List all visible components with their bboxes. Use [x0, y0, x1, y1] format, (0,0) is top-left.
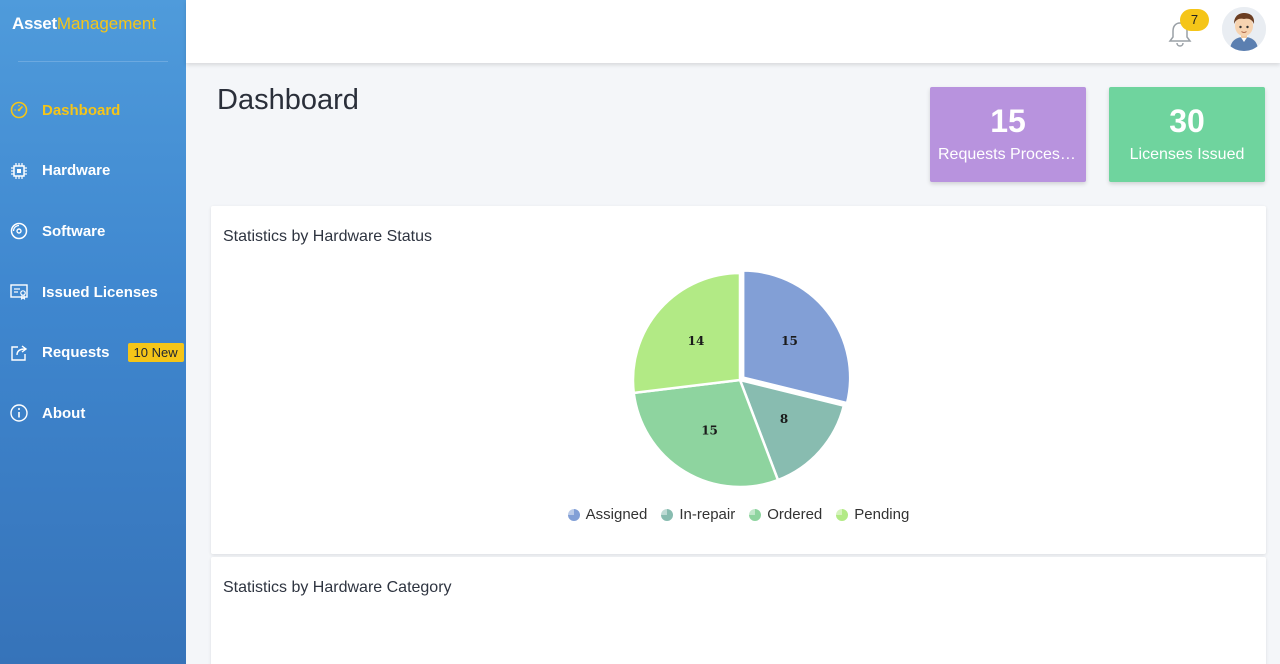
- sidebar-item-label: Software: [42, 222, 106, 240]
- licenses-issued-card[interactable]: 30 Licenses Issued: [1109, 87, 1265, 182]
- sidebar-item-dashboard[interactable]: Dashboard: [0, 80, 186, 141]
- legend-item-pending[interactable]: Pending: [836, 506, 909, 523]
- sidebar-item-requests[interactable]: Requests 10 New: [0, 322, 186, 383]
- speedometer-icon: [9, 100, 29, 120]
- sidebar-item-about[interactable]: About: [0, 383, 186, 444]
- disc-icon: [9, 221, 29, 241]
- sidebar-item-label: Requests: [42, 344, 110, 362]
- avatar[interactable]: [1222, 7, 1266, 51]
- licenses-issued-count: 30: [1169, 103, 1205, 139]
- pie-legend-icon: [567, 508, 580, 521]
- legend-label: Assigned: [585, 506, 648, 523]
- requests-processed-card[interactable]: 15 Requests Processed: [930, 87, 1086, 182]
- pie-data-label: 15: [781, 334, 798, 348]
- brand-name-secondary: Management: [56, 14, 157, 33]
- sidebar-item-issued-licenses[interactable]: Issued Licenses: [0, 262, 186, 323]
- requests-processed-label: Requests Processed: [938, 146, 1086, 163]
- sidebar-divider: [18, 61, 168, 62]
- info-icon: [9, 403, 29, 423]
- hardware-status-panel: Statistics by Hardware Status 15 8 15 14 As…: [211, 206, 1266, 554]
- legend-item-in-repair[interactable]: In-repair: [661, 506, 735, 523]
- brand-logo[interactable]: AssetManagement: [0, 0, 186, 62]
- pie-legend-icon: [661, 508, 674, 521]
- sidebar-item-label: About: [42, 404, 86, 422]
- pie-data-label: 15: [701, 423, 718, 437]
- hardware-category-title: Statistics by Hardware Category: [223, 579, 452, 596]
- sidebar-item-software[interactable]: Software: [0, 201, 186, 262]
- sidebar-item-label: Dashboard: [42, 101, 121, 119]
- sidebar-nav: Dashboard Hardware Software Issued Licen…: [0, 80, 186, 444]
- certificate-icon: [9, 282, 29, 302]
- pie-data-label: 8: [780, 412, 788, 426]
- legend-item-ordered[interactable]: Ordered: [749, 506, 822, 523]
- pie-legend-icon: [836, 508, 849, 521]
- hardware-status-pie-chart: 15 8 15 14: [631, 269, 852, 489]
- pie-slice-pending[interactable]: [631, 271, 742, 395]
- new-requests-badge: 10 New: [127, 343, 184, 363]
- brand-name-primary: Asset: [12, 14, 57, 33]
- chip-icon: [9, 161, 29, 181]
- notification-count-badge: 7: [1180, 9, 1209, 31]
- legend-label: In-repair: [679, 506, 736, 523]
- legend-label: Pending: [854, 506, 910, 523]
- chart-legend: Assigned In-repair Ordered Pending: [211, 506, 1266, 523]
- share-icon: [9, 343, 29, 363]
- pie-data-label: 14: [688, 334, 705, 348]
- requests-processed-count: 15: [990, 103, 1026, 139]
- page-title: Dashboard: [217, 84, 359, 116]
- sidebar-item-hardware[interactable]: Hardware: [0, 141, 186, 202]
- sidebar-item-label: Issued Licenses: [42, 283, 158, 301]
- legend-item-assigned[interactable]: Assigned: [567, 506, 648, 523]
- pie-legend-icon: [749, 508, 762, 521]
- sidebar: AssetManagement Dashboard Hardware Softw…: [0, 0, 186, 664]
- topbar: 7: [186, 0, 1280, 63]
- licenses-issued-label: Licenses Issued: [1129, 146, 1245, 163]
- sidebar-item-label: Hardware: [42, 162, 111, 180]
- hardware-category-panel: Statistics by Hardware Category: [211, 557, 1266, 664]
- legend-label: Ordered: [767, 506, 823, 523]
